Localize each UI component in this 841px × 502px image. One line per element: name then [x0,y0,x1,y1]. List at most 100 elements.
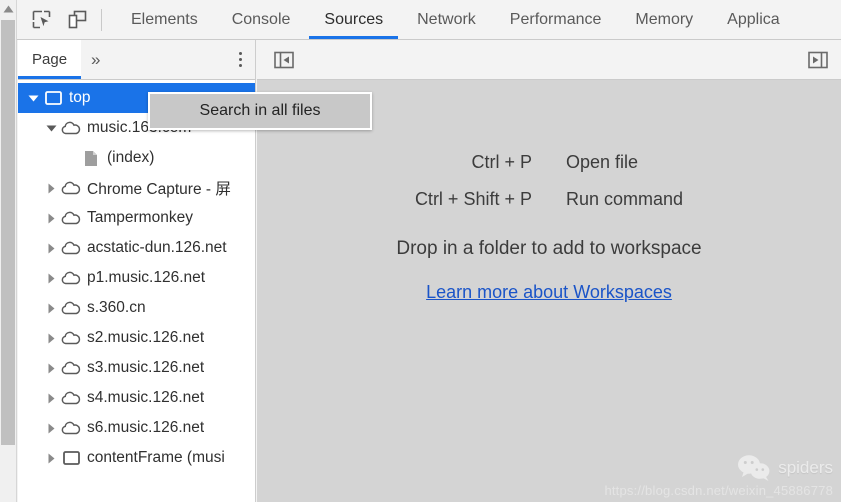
toolbar-divider [101,8,102,31]
twisty-collapsed[interactable] [18,423,60,434]
twisty-collapsed[interactable] [18,243,60,254]
show-navigator-panel-button[interactable] [271,48,297,72]
twisty-expanded[interactable] [18,125,60,132]
cloud-icon [60,421,82,435]
cloud-icon [60,361,82,375]
tree-row-label: s.360.cn [87,299,146,316]
devtools-tabstrip: Elements Console Sources Network Perform… [17,0,841,40]
tab-memory[interactable]: Memory [618,0,710,39]
twisty-collapsed[interactable] [18,363,60,374]
shortcut-list: Ctrl + P Open file Ctrl + Shift + P Run … [415,152,683,210]
tree-row-label: s3.music.126.net [87,359,205,376]
cloud-icon [60,391,82,405]
cloud-icon [60,211,82,225]
tab-performance[interactable]: Performance [493,0,619,39]
tab-label: Elements [131,10,198,28]
chevron-right-icon [48,453,54,463]
chevron-right-icon [48,273,54,283]
tree-row-label: s4.music.126.net [87,389,205,406]
navigator-tab-label: Page [32,51,68,68]
more-tabs-button[interactable]: » [81,40,110,79]
twisty-collapsed[interactable] [18,333,60,344]
kebab-menu-icon [238,52,242,67]
tab-sources[interactable]: Sources [307,0,400,39]
chevron-down-icon [28,95,38,101]
editor-placeholder: Ctrl + P Open file Ctrl + Shift + P Run … [257,80,841,501]
show-debugger-panel-icon [808,51,828,68]
device-toolbar-button[interactable] [63,7,91,33]
tab-label: Performance [509,10,602,28]
inspect-element-button[interactable] [27,7,55,33]
workspace-drop-hint: Drop in a folder to add to workspace [396,238,702,259]
inspect-element-icon [32,10,50,29]
twisty-collapsed[interactable] [18,183,60,194]
tree-row-s4-music-126[interactable]: s4.music.126.net [18,383,255,413]
chevron-down-icon [46,125,56,131]
twisty-collapsed[interactable] [18,273,60,284]
navigator-tab-page[interactable]: Page [18,40,82,79]
document-icon [80,150,102,167]
frame-icon [60,451,82,465]
tree-row-p1-music-126[interactable]: p1.music.126.net [18,263,255,293]
cloud-icon [60,271,82,285]
chevron-right-icon [48,213,54,223]
page-file-tree: top music.163.com (index) Chrome Capture… [18,80,255,473]
navigator-menu-button[interactable] [225,40,255,79]
tree-row-s2-music-126[interactable]: s2.music.126.net [18,323,255,353]
panel-tabs: Elements Console Sources Network Perform… [114,0,841,39]
tab-console[interactable]: Console [215,0,308,39]
show-debugger-panel-button[interactable] [805,48,831,72]
tree-row-label: Tampermonkey [87,209,193,226]
tree-row-label: Chrome Capture - 屏 [87,181,231,198]
tree-row-index[interactable]: (index) [18,143,255,173]
cloud-icon [60,121,82,135]
toolbar-icon-group [17,0,114,39]
tab-label: Network [417,10,476,28]
twisty-collapsed[interactable] [18,393,60,404]
double-chevron-right-icon: » [91,49,101,69]
cloud-icon [60,331,82,345]
chevron-right-icon [48,333,54,343]
shortcut-keys: Ctrl + P [471,152,532,172]
tree-row-s360cn[interactable]: s.360.cn [18,293,255,323]
chevron-right-icon [48,423,54,433]
twisty-collapsed[interactable] [18,213,60,224]
tree-row-s6-music-126[interactable]: s6.music.126.net [18,413,255,443]
twisty-expanded[interactable] [18,95,42,102]
show-navigator-panel-icon [274,51,294,68]
tree-row-s3-music-126[interactable]: s3.music.126.net [18,353,255,383]
chevron-right-icon [48,393,54,403]
scrollbar-thumb[interactable] [1,20,15,445]
cloud-icon [60,181,82,195]
twisty-collapsed[interactable] [18,303,60,314]
tab-label: Sources [324,10,384,28]
chevron-right-icon [48,243,54,253]
shortcut-keys: Ctrl + Shift + P [414,189,532,209]
tree-row-contentframe[interactable]: contentFrame (musi [18,443,255,473]
tab-elements[interactable]: Elements [114,0,215,39]
chevron-right-icon [48,303,54,313]
tree-row-acstatic-dun[interactable]: acstatic-dun.126.net [18,233,255,263]
twisty-collapsed[interactable] [18,453,60,464]
tree-row-tampermonkey[interactable]: Tampermonkey [18,203,255,233]
cloud-icon [60,241,82,255]
learn-more-workspaces-link[interactable]: Learn more about Workspaces [426,282,672,303]
search-in-all-files-tooltip: Search in all files [148,92,372,130]
window-scrollbar[interactable] [0,0,17,502]
chevron-right-icon [48,183,54,193]
scrollbar-up-arrow[interactable] [0,0,16,18]
tab-network[interactable]: Network [400,0,493,39]
chevron-up-icon [3,5,13,13]
tree-row-label: s6.music.126.net [87,419,205,436]
shortcut-description: Open file [565,152,639,172]
tab-label: Console [231,10,291,28]
tab-application[interactable]: Applica [710,0,796,39]
devtools-window: Elements Console Sources Network Perform… [0,0,841,502]
tree-row-label: acstatic-dun.126.net [87,239,227,256]
device-toolbar-icon [68,10,86,29]
tooltip-text: Search in all files [199,102,321,119]
tree-row-label: contentFrame (musi [87,449,225,466]
tree-row-chrome-capture[interactable]: Chrome Capture - 屏 [18,173,255,203]
cloud-icon [60,301,82,315]
frame-icon [42,91,64,105]
